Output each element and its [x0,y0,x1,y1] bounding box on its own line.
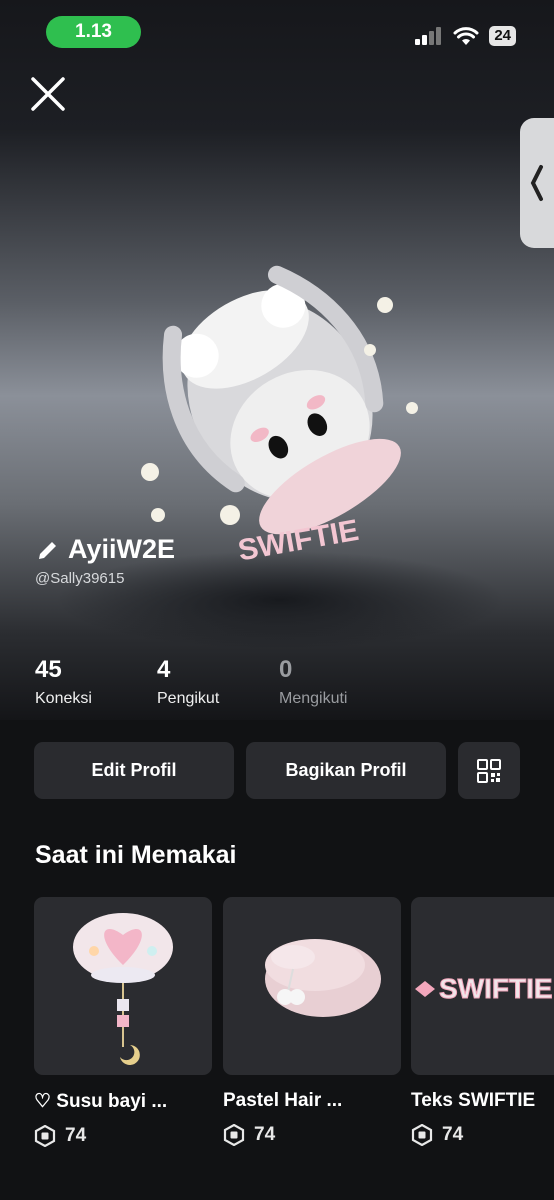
item-price: 74 [411,1124,554,1146]
status-icons: 24 [415,26,516,46]
item-price: 74 [34,1125,212,1147]
robux-icon [34,1125,56,1147]
item-thumbnail [223,897,401,1075]
side-panel-tab[interactable] [520,118,554,248]
stat-value: 0 [279,656,293,683]
chevron-left-icon [530,165,543,201]
status-time: 1.13 [75,21,112,42]
username-handle: @Sally39615 [35,570,125,587]
stat-followers[interactable]: 4 Pengikut [157,656,279,708]
robux-icon [223,1124,245,1146]
close-button[interactable] [28,74,68,114]
currently-wearing-title: Saat ini Memakai [35,841,237,869]
swiftie-text-image: SWIFTIE [415,973,553,1005]
stat-following[interactable]: 0 Mengikuti [279,656,401,708]
stat-label: Mengikuti [279,690,348,707]
battery-indicator: 24 [489,26,516,46]
stat-label: Koneksi [35,690,92,707]
edit-profile-label: Edit Profil [91,760,177,780]
share-profile-button[interactable]: Bagikan Profil [246,742,446,799]
item-card[interactable]: Pastel Hair ... 74 [223,897,401,1146]
stat-label: Pengikut [157,690,220,707]
qr-code-icon [477,758,501,783]
pacifier-image [73,913,173,1065]
qr-code-button[interactable] [458,742,520,799]
item-name: ♡ Susu bayi ... [34,1091,168,1112]
close-icon [31,77,65,111]
item-price-value: 74 [65,1125,87,1146]
stat-value: 45 [35,656,62,683]
display-name: AyiiW2E [68,534,176,564]
battery-level: 24 [494,27,511,44]
robux-icon [411,1124,433,1146]
stat-connections[interactable]: 45 Koneksi [35,656,157,708]
cellular-signal-icon [415,27,442,45]
item-price: 74 [223,1124,401,1146]
edit-pencil-icon[interactable] [36,538,60,562]
item-name: Pastel Hair ... [223,1090,343,1111]
item-price-value: 74 [442,1124,464,1145]
item-name: Teks SWIFTIE [411,1090,536,1111]
item-card[interactable]: SWIFTIE Teks SWIFTIE 74 [411,897,554,1146]
wifi-icon [453,26,479,45]
edit-profile-button[interactable]: Edit Profil [34,742,234,799]
avatar-image: SWIFTIE [141,265,418,567]
swiftie-thumb-text: SWIFTIE [439,973,553,1004]
pastel-hair-image [265,939,381,1017]
share-profile-label: Bagikan Profil [285,760,407,780]
status-time-pill: 1.13 [46,16,141,48]
item-price-value: 74 [254,1124,276,1145]
wearing-items-list: ♡ Susu bayi ... 74 Pastel Hair ... 74 SW… [34,897,554,1200]
item-thumbnail [34,897,212,1075]
profile-stats: 45 Koneksi 4 Pengikut 0 Mengikuti [35,656,401,708]
item-card[interactable]: ♡ Susu bayi ... 74 [34,897,212,1147]
display-name-row[interactable]: AyiiW2E [36,534,175,565]
stat-value: 4 [157,656,171,683]
item-thumbnail: SWIFTIE [411,897,554,1075]
